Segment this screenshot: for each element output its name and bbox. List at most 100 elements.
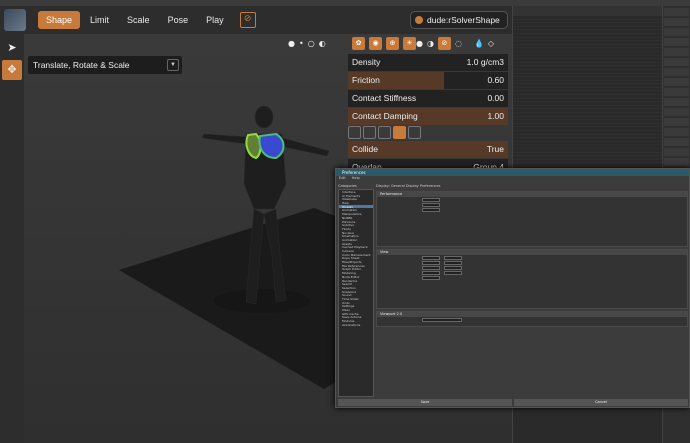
solver-shape-label: dude:rSolverShape bbox=[427, 15, 500, 25]
convex-shape-icon[interactable] bbox=[408, 126, 421, 139]
gear-icon[interactable]: ✿ bbox=[352, 36, 365, 50]
solver-dot-icon bbox=[415, 16, 423, 24]
shelf-item[interactable] bbox=[664, 28, 689, 36]
sun-icon[interactable]: ☀ bbox=[403, 36, 416, 50]
capsule-shape-icon[interactable] bbox=[378, 126, 391, 139]
outliner-header bbox=[513, 6, 662, 16]
disable-icon[interactable]: ⊘ bbox=[239, 12, 256, 28]
shelf-item[interactable] bbox=[664, 48, 689, 56]
solver-shape-button[interactable]: dude:rSolverShape bbox=[410, 11, 508, 29]
ban-icon[interactable]: ⊘ bbox=[437, 36, 451, 50]
prefs-categories-label: Categories bbox=[338, 184, 357, 188]
prefs-save-button[interactable]: Save bbox=[338, 399, 512, 406]
shelf-item[interactable] bbox=[664, 58, 689, 66]
shelf-item[interactable] bbox=[664, 68, 689, 76]
prop-contact-damping[interactable]: Contact Damping 1.00 bbox=[348, 108, 508, 125]
move-tool-icon[interactable]: ✥ bbox=[2, 60, 22, 80]
shelf-item[interactable] bbox=[664, 148, 689, 156]
dot-icon[interactable]: ● bbox=[288, 39, 295, 48]
shelf-item[interactable] bbox=[664, 98, 689, 106]
tab-limit[interactable]: Limit bbox=[82, 11, 117, 29]
prop-collide-value: True bbox=[486, 144, 504, 154]
prefs-field[interactable] bbox=[422, 260, 440, 265]
ragdoll-logo-icon bbox=[4, 9, 26, 31]
sphere-shape-icon[interactable] bbox=[363, 126, 376, 139]
solid-circle-icon[interactable]: ● bbox=[416, 39, 423, 48]
prop-density[interactable]: Density 1.0 g/cm3 bbox=[348, 54, 508, 71]
frame-icon[interactable]: ◌ bbox=[455, 39, 462, 48]
tab-pose[interactable]: Pose bbox=[160, 11, 197, 29]
prefs-row bbox=[377, 207, 687, 212]
prefs-buttons: Save Cancel bbox=[338, 399, 688, 406]
prefs-field[interactable] bbox=[422, 275, 440, 280]
prefs-field[interactable] bbox=[422, 255, 440, 260]
left-toolbox: ➤ ✥ bbox=[0, 34, 24, 443]
target-icon[interactable]: ⊕ bbox=[386, 36, 399, 50]
prefs-field[interactable] bbox=[444, 265, 462, 270]
preferences-dialog: Preferences Edit Help Categories Interfa… bbox=[335, 168, 690, 408]
prop-contact-stiffness[interactable]: Contact Stiffness 0.00 bbox=[348, 90, 508, 107]
prefs-section-viewport2: Viewport 2.0 bbox=[376, 311, 688, 327]
shelf-item[interactable] bbox=[664, 18, 689, 26]
half-circle-icon[interactable]: ◐ bbox=[319, 39, 326, 48]
prefs-cancel-button[interactable]: Cancel bbox=[514, 399, 688, 406]
prefs-main-header: Display: General Display Preferences bbox=[376, 184, 441, 188]
prop-collide[interactable]: Collide True bbox=[348, 141, 508, 158]
app-window: · Shape Limit Scale Pose Play ⊘ dude:rSo… bbox=[0, 0, 690, 443]
viewport-toggles-left: ● • ○ ◐ bbox=[288, 36, 326, 50]
prefs-field[interactable] bbox=[422, 207, 440, 212]
prop-contact-stiffness-label: Contact Stiffness bbox=[352, 93, 417, 103]
shelf-item[interactable] bbox=[664, 78, 689, 86]
prefs-categories-list[interactable]: Interface UI Elements ViewCube Help Display A… bbox=[338, 189, 374, 397]
drop-outline-icon[interactable]: ◇ bbox=[488, 39, 494, 48]
prop-density-label: Density bbox=[352, 57, 381, 67]
prefs-menu-edit[interactable]: Edit bbox=[339, 176, 346, 182]
shelf-item[interactable] bbox=[664, 108, 689, 116]
prefs-category-item[interactable]: Applications bbox=[339, 323, 373, 327]
tab-scale[interactable]: Scale bbox=[119, 11, 158, 29]
mesh-shape-icon[interactable] bbox=[393, 126, 406, 139]
prefs-row bbox=[377, 275, 687, 280]
shape-properties-panel: Density 1.0 g/cm3 Friction 0.60 Contact … bbox=[348, 54, 508, 177]
prefs-field[interactable] bbox=[444, 270, 462, 275]
shelf-item[interactable] bbox=[664, 128, 689, 136]
prefs-menu: Edit Help bbox=[336, 176, 689, 182]
prefs-field[interactable] bbox=[422, 270, 440, 275]
chevron-down-icon[interactable]: ▼ bbox=[167, 59, 179, 71]
prefs-title: Preferences bbox=[336, 169, 689, 176]
shelf-item[interactable] bbox=[664, 88, 689, 96]
prefs-field[interactable] bbox=[422, 265, 440, 270]
prefs-field[interactable] bbox=[444, 260, 462, 265]
prefs-section-performance: Performance bbox=[376, 191, 688, 247]
tab-play[interactable]: Play bbox=[198, 11, 232, 29]
outliner-row[interactable] bbox=[513, 408, 662, 412]
menu-filler: · bbox=[10, 1, 11, 5]
prefs-field[interactable] bbox=[444, 255, 462, 260]
character-left-arm bbox=[201, 133, 250, 145]
circle-icon[interactable]: ○ bbox=[308, 39, 315, 48]
box-shape-icon[interactable] bbox=[348, 126, 361, 139]
drop-icon[interactable]: 💧 bbox=[474, 39, 484, 48]
manipulator-dropdown[interactable]: Translate, Rotate & Scale ▼ bbox=[28, 56, 182, 74]
prop-friction-label: Friction bbox=[352, 75, 380, 85]
shelf-item[interactable] bbox=[664, 118, 689, 126]
prefs-field[interactable] bbox=[422, 197, 440, 202]
bulb-icon[interactable]: ◉ bbox=[369, 36, 382, 50]
character-shadow bbox=[214, 289, 310, 313]
prefs-menu-help[interactable]: Help bbox=[352, 176, 360, 182]
shelf-item[interactable] bbox=[664, 138, 689, 146]
prefs-field[interactable] bbox=[422, 202, 440, 207]
shelf-item[interactable] bbox=[664, 158, 689, 166]
character-right-arm bbox=[278, 136, 330, 157]
prefs-field[interactable] bbox=[422, 317, 462, 322]
tab-shape[interactable]: Shape bbox=[38, 11, 81, 29]
select-arrow-icon[interactable]: ➤ bbox=[2, 38, 22, 58]
prefs-row bbox=[377, 317, 687, 322]
dot-small-icon[interactable]: • bbox=[299, 39, 304, 48]
shelf-item[interactable] bbox=[664, 38, 689, 46]
mode-tabs: Shape Limit Scale Pose Play bbox=[38, 11, 232, 29]
shade-icon[interactable]: ◑ bbox=[427, 39, 434, 48]
shelf-item[interactable] bbox=[664, 8, 689, 16]
shape-type-icons bbox=[348, 126, 508, 140]
prop-friction[interactable]: Friction 0.60 bbox=[348, 72, 508, 89]
